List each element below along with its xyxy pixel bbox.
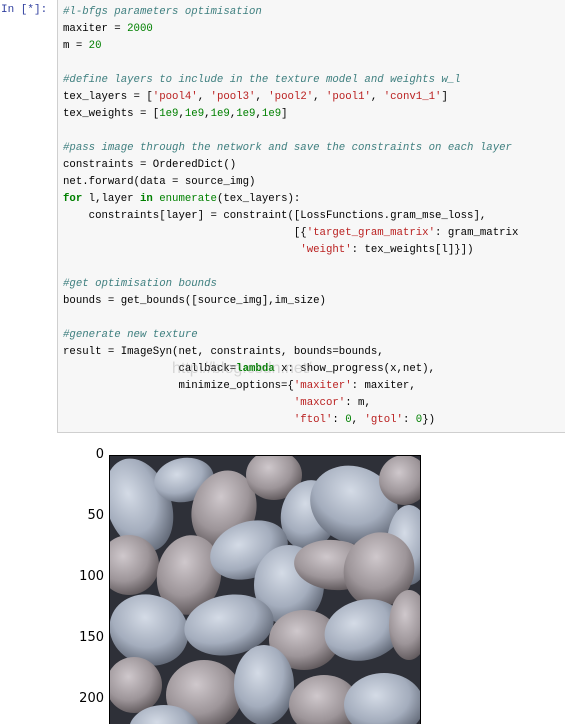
code-keyword: in bbox=[139, 193, 153, 205]
code-string: 'maxiter' bbox=[293, 380, 352, 392]
y-tick-label: 50 bbox=[87, 507, 104, 523]
code-line: 'maxcor': m, bbox=[63, 395, 518, 412]
code-line: 'ftol': 0, 'gtol': 0}) bbox=[63, 412, 518, 429]
output-plot: 0 50 100 150 200 bbox=[0, 440, 565, 724]
code-text: (tex_layers): bbox=[216, 193, 301, 205]
code-line: for l,layer in enumerate(tex_layers): bbox=[63, 191, 518, 208]
watermark: http://blog.csdn.net/ bbox=[172, 360, 312, 377]
code-number: 1e9 bbox=[236, 108, 256, 120]
code-string: 'target_gram_matrix' bbox=[306, 227, 435, 239]
code-line: constraints = OrderedDict() bbox=[63, 157, 518, 174]
code-line: tex_weights = [1e9,1e9,1e9,1e9,1e9] bbox=[63, 106, 518, 123]
code-text: l,layer bbox=[82, 193, 140, 205]
code-text: m = bbox=[63, 40, 89, 52]
code-text: constraints[layer] = constraint([LossFun… bbox=[63, 210, 487, 222]
code-comment: #l-bfgs parameters optimisation bbox=[63, 6, 262, 18]
code-text: : tex_weights[l]}]) bbox=[351, 244, 474, 256]
code-string: 'pool1' bbox=[326, 91, 371, 103]
code-string: 'conv1_1' bbox=[383, 91, 442, 103]
code-number: 2000 bbox=[127, 23, 153, 35]
code-text: tex_weights = [ bbox=[63, 108, 160, 120]
code-line: #define layers to include in the texture… bbox=[63, 72, 518, 89]
code-text: }) bbox=[422, 414, 436, 426]
code-line: minimize_options={'maxiter': maxiter, bbox=[63, 378, 518, 395]
code-number: 1e9 bbox=[210, 108, 230, 120]
code-string: 'ftol' bbox=[293, 414, 333, 426]
code-text: maxiter = bbox=[63, 23, 128, 35]
code-text: [{ bbox=[63, 227, 307, 239]
code-comment: #generate new texture bbox=[63, 329, 198, 341]
code-line: bounds = get_bounds([source_img],im_size… bbox=[63, 293, 518, 310]
code-comment: #pass image through the network and save… bbox=[63, 142, 512, 154]
code-line: #l-bfgs parameters optimisation bbox=[63, 4, 518, 21]
code-string: 'maxcor' bbox=[293, 397, 346, 409]
code-text: net.forward(data = source_img) bbox=[63, 176, 256, 188]
code-text: : maxiter, bbox=[351, 380, 416, 392]
code-text: , bbox=[351, 414, 365, 426]
code-line: net.forward(data = source_img) bbox=[63, 174, 518, 191]
code-number: enumerate bbox=[159, 193, 217, 205]
code-text: , bbox=[370, 91, 384, 103]
code-comment: #get optimisation bounds bbox=[63, 278, 217, 290]
code-number: 20 bbox=[88, 40, 102, 52]
code-number: 1e9 bbox=[261, 108, 282, 120]
code-line: #pass image through the network and save… bbox=[63, 140, 518, 157]
code-text: tex_layers = [ bbox=[63, 91, 153, 103]
texture-image bbox=[109, 455, 421, 724]
code-string: 'pool3' bbox=[210, 91, 256, 103]
code-text: bounds = get_bounds([source_img],im_size… bbox=[63, 295, 326, 307]
code-string: 'weight' bbox=[300, 244, 352, 256]
code-line: [{'target_gram_matrix': gram_matrix bbox=[63, 225, 519, 242]
y-tick-label: 200 bbox=[79, 690, 104, 706]
code-line: #get optimisation bounds bbox=[63, 276, 518, 293]
code-text: minimize_options={ bbox=[63, 380, 294, 392]
code-string: 'pool2' bbox=[268, 91, 314, 103]
code-text: ] bbox=[281, 108, 288, 120]
code-line: maxiter = 2000 bbox=[63, 21, 518, 38]
code-line: tex_layers = ['pool4', 'pool3', 'pool2',… bbox=[63, 89, 518, 106]
y-tick-label: 0 bbox=[95, 447, 104, 462]
code-string: 'pool4' bbox=[152, 91, 198, 103]
code-line: constraints[layer] = constraint([LossFun… bbox=[63, 208, 518, 225]
code-number: 1e9 bbox=[159, 108, 179, 120]
code-text: : gram_matrix bbox=[435, 227, 519, 239]
code-number: 1e9 bbox=[184, 108, 205, 120]
code-keyword: for bbox=[63, 193, 83, 205]
code-line: 'weight': tex_weights[l]}]) bbox=[63, 242, 518, 259]
code-text: ] bbox=[441, 91, 448, 103]
code-line: #generate new texture bbox=[63, 327, 518, 344]
code-text: , bbox=[313, 91, 326, 103]
cell-prompt: In [*]: bbox=[1, 4, 48, 16]
code-text: , bbox=[255, 91, 269, 103]
code-string: 'gtol' bbox=[364, 414, 403, 426]
code-line: m = 20 bbox=[63, 38, 518, 55]
code-comment: #define layers to include in the texture… bbox=[63, 74, 461, 86]
y-tick-label: 100 bbox=[79, 568, 104, 584]
code-text: constraints = OrderedDict() bbox=[63, 159, 237, 171]
code-text: , bbox=[197, 91, 211, 103]
code-text: : bbox=[332, 414, 346, 426]
pebble bbox=[234, 645, 294, 724]
code-text: result = ImageSyn(net, constraints, boun… bbox=[63, 346, 384, 358]
y-tick-label: 150 bbox=[79, 629, 104, 645]
code-text: : m, bbox=[345, 397, 371, 409]
code-text: : bbox=[402, 414, 416, 426]
code-line: result = ImageSyn(net, constraints, boun… bbox=[63, 344, 518, 361]
